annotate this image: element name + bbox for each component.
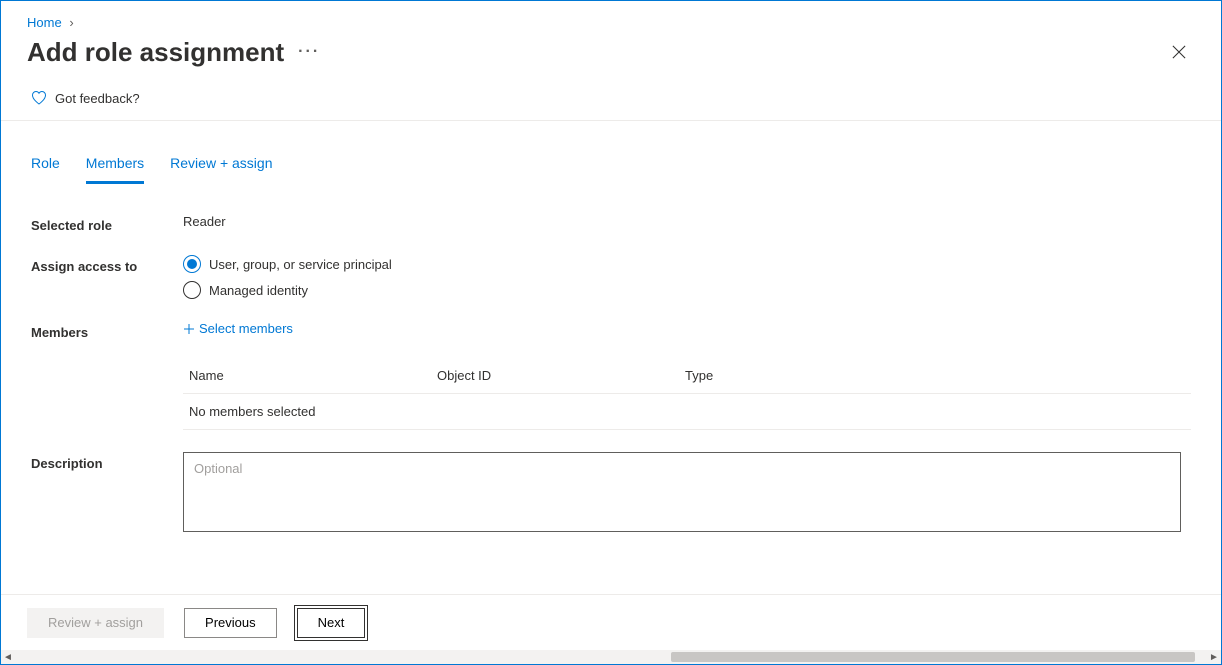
radio-mi-label: Managed identity [209, 283, 308, 298]
page-title: Add role assignment ··· [27, 37, 320, 68]
page-header: Add role assignment ··· [1, 36, 1221, 78]
selected-role-value: Reader [183, 214, 1191, 229]
close-icon [1172, 45, 1186, 59]
radio-icon [183, 281, 201, 299]
breadcrumb: Home › [1, 1, 1221, 36]
review-assign-button: Review + assign [27, 608, 164, 638]
close-button[interactable] [1163, 36, 1195, 68]
tab-review-assign[interactable]: Review + assign [170, 149, 272, 184]
tabs: Role Members Review + assign [31, 131, 1191, 184]
tab-role[interactable]: Role [31, 149, 60, 184]
description-input[interactable] [183, 452, 1181, 532]
selected-role-label: Selected role [31, 214, 183, 233]
scrollbar-thumb[interactable] [671, 652, 1195, 662]
radio-user-group-sp[interactable]: User, group, or service principal [183, 255, 1191, 273]
footer: Review + assign Previous Next [1, 594, 1221, 650]
scroll-right-icon[interactable]: ► [1207, 652, 1221, 663]
radio-icon [183, 255, 201, 273]
col-object-id: Object ID [437, 368, 685, 383]
horizontal-scrollbar[interactable]: ◄ ► [1, 650, 1221, 664]
radio-user-label: User, group, or service principal [209, 257, 392, 272]
more-icon[interactable]: ··· [298, 43, 320, 61]
breadcrumb-home[interactable]: Home [27, 15, 62, 30]
page-title-text: Add role assignment [27, 37, 284, 68]
radio-managed-identity[interactable]: Managed identity [183, 281, 1191, 299]
assign-access-label: Assign access to [31, 255, 183, 274]
plus-icon [183, 323, 195, 335]
members-empty-row: No members selected [183, 394, 1191, 430]
description-label: Description [31, 452, 183, 471]
next-button[interactable]: Next [297, 608, 366, 638]
members-label: Members [31, 321, 183, 340]
scroll-left-icon[interactable]: ◄ [1, 652, 15, 663]
select-members-text: Select members [199, 321, 293, 336]
chevron-right-icon: › [69, 15, 73, 30]
members-table: Name Object ID Type No members selected [183, 358, 1191, 430]
tab-members[interactable]: Members [86, 149, 144, 184]
heart-icon [31, 90, 47, 106]
col-name: Name [189, 368, 437, 383]
feedback-bar[interactable]: Got feedback? [1, 78, 1221, 121]
previous-button[interactable]: Previous [184, 608, 277, 638]
feedback-label: Got feedback? [55, 91, 140, 106]
col-type: Type [685, 368, 1185, 383]
content-scroll: Role Members Review + assign Selected ro… [1, 131, 1221, 594]
members-table-header: Name Object ID Type [183, 358, 1191, 394]
select-members-link[interactable]: Select members [183, 321, 293, 336]
scrollbar-track[interactable] [15, 650, 1207, 664]
